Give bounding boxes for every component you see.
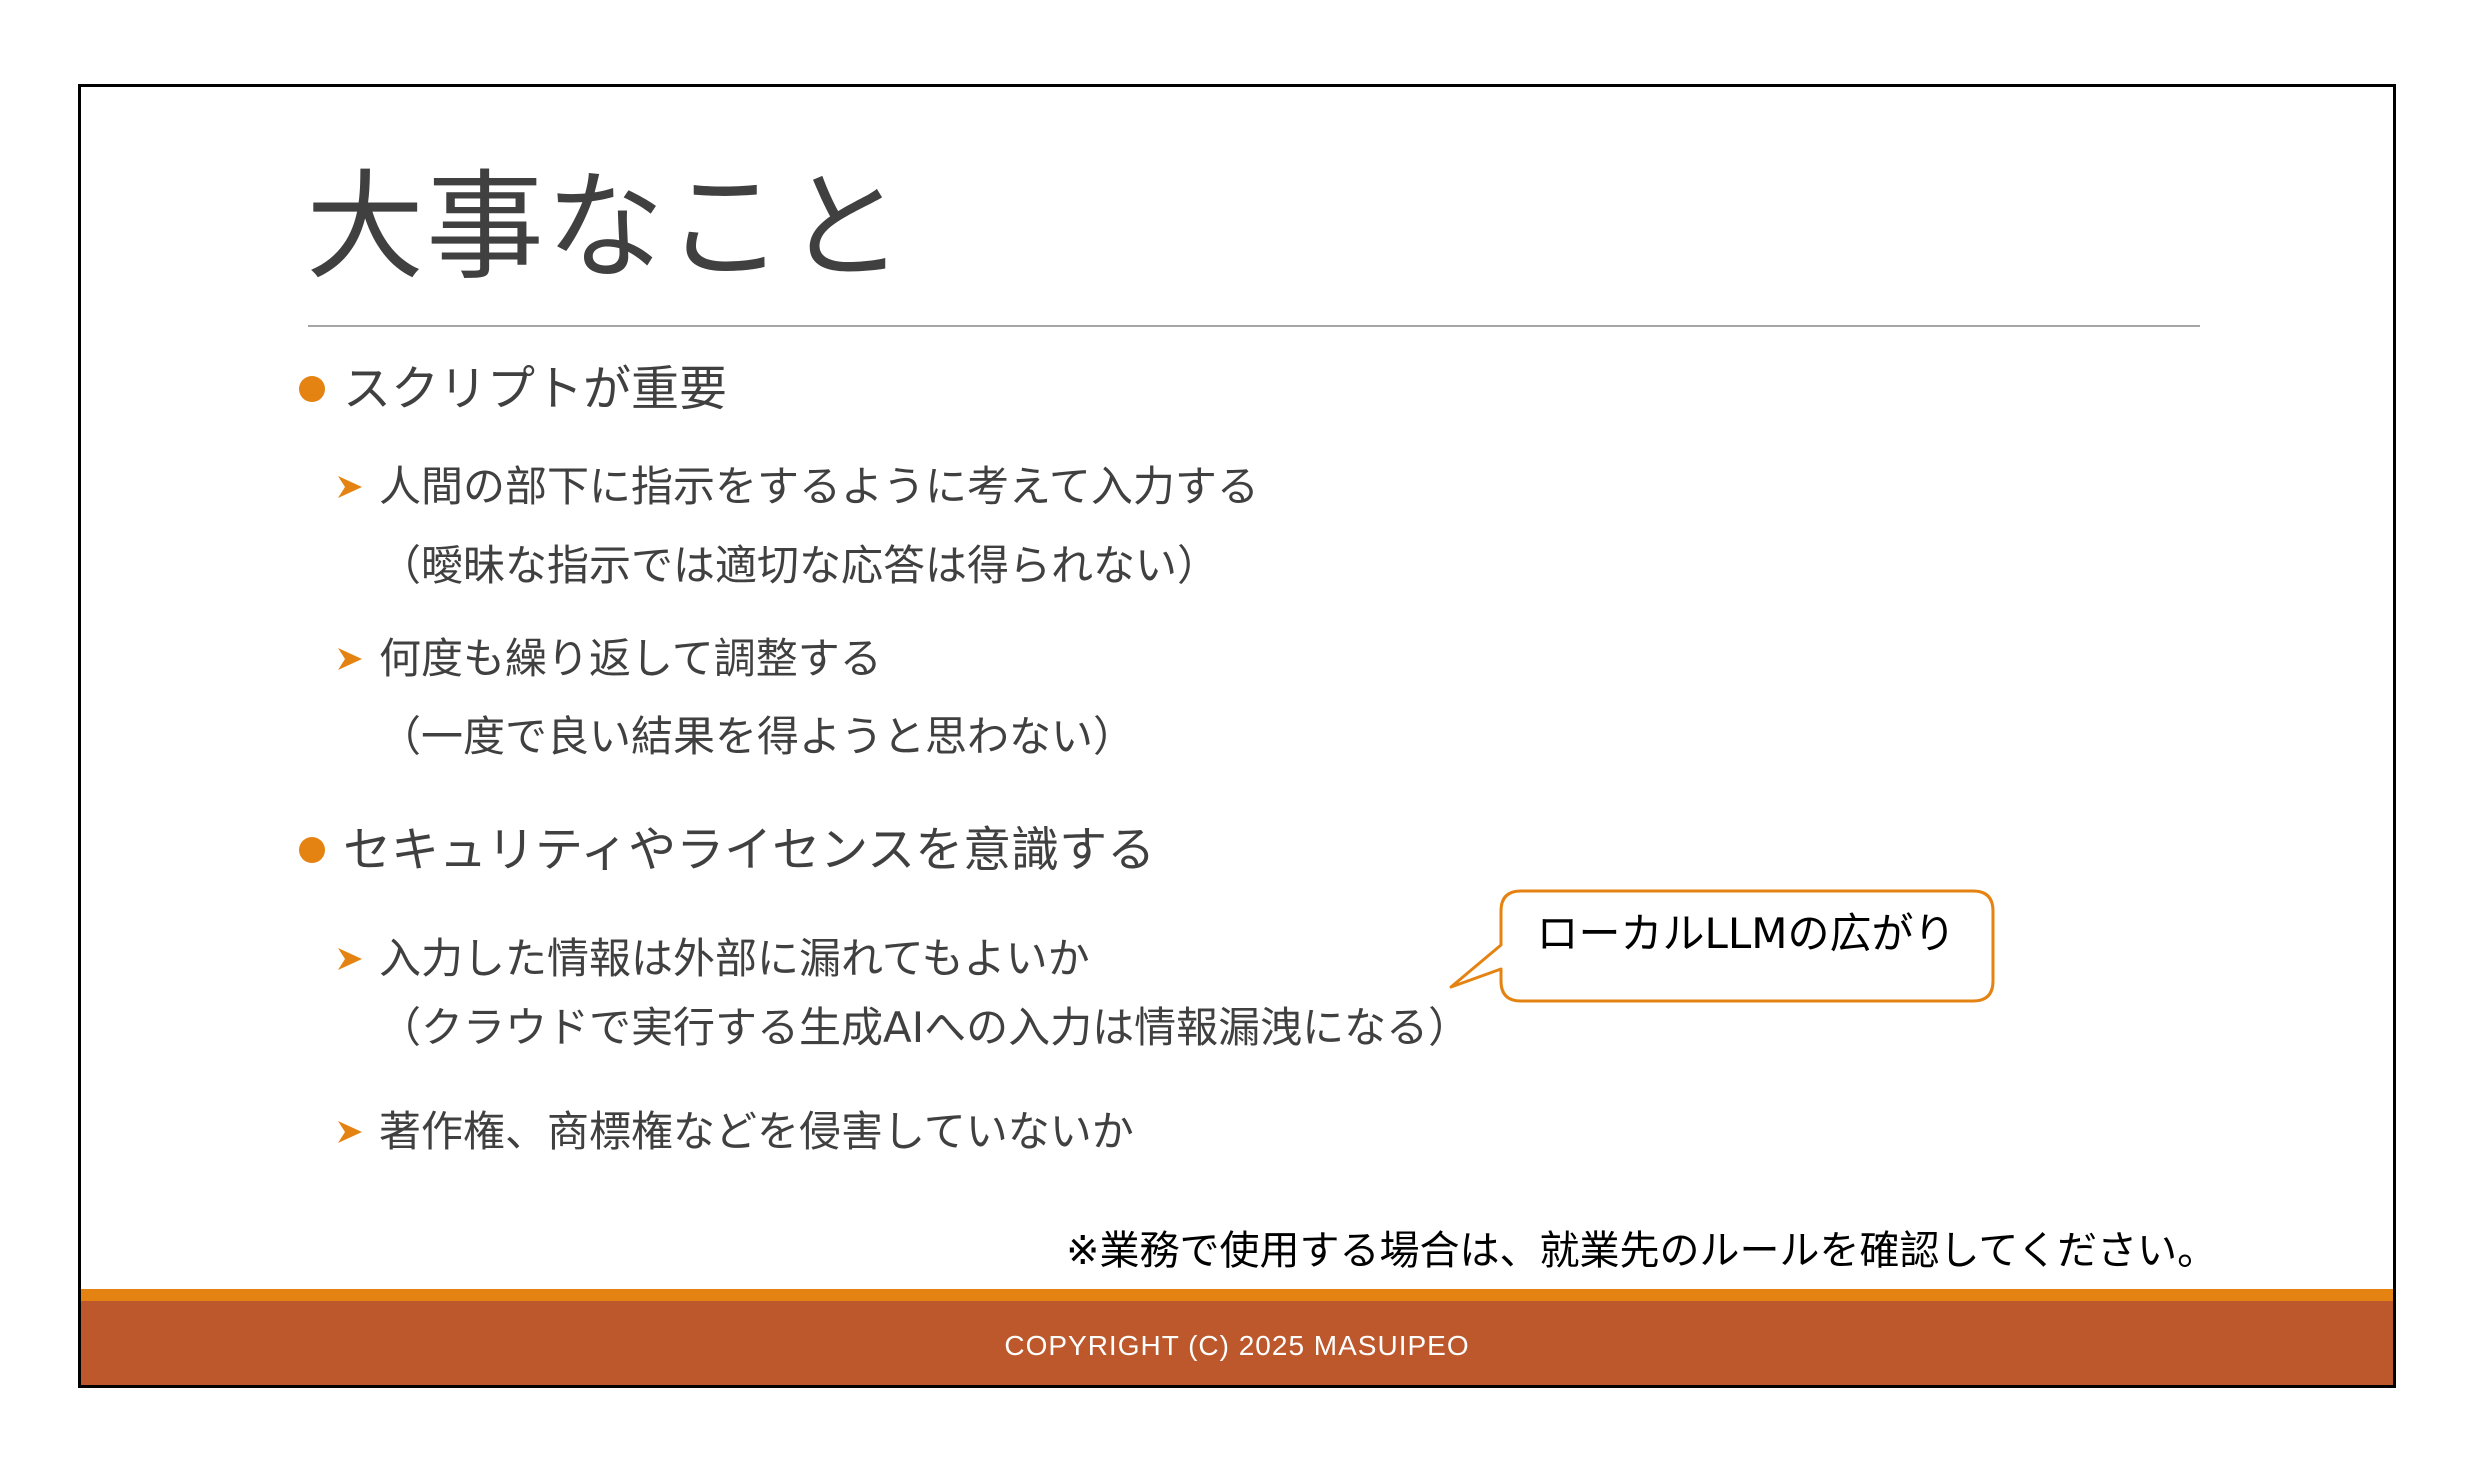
sub-bullet-leak: 入力した情報は外部に漏れてもよいか xyxy=(379,934,1090,983)
bullet-dot-icon xyxy=(299,376,325,402)
arrowhead-icon xyxy=(338,1121,362,1143)
bullet-dot-icon xyxy=(299,837,325,863)
sub-bullet-leak-note: （クラウドで実行する生成AIへの入力は情報漏洩になる） xyxy=(379,1003,1471,1052)
slide-title: 大事なこと xyxy=(306,158,907,296)
title-divider xyxy=(308,325,2200,327)
sub-bullet-copyright: 著作権、商標権などを侵害していないか xyxy=(379,1107,1134,1156)
sub-bullet-iterate-note: （一度で良い結果を得ようと思わない） xyxy=(379,712,1136,761)
sub-bullet-instruct-note: （曖昧な指示では適切な応答は得られない） xyxy=(379,541,1220,590)
sub-bullet-instruct: 人間の部下に指示をするように考えて入力する xyxy=(379,462,1259,511)
bullet-heading-script: スクリプトが重要 xyxy=(343,361,728,417)
slide: 大事なこと スクリプトが重要 人間の部下に指示をするように考えて入力する （曖昧… xyxy=(78,84,2396,1388)
bullet-heading-security: セキュリティやライセンスを意識する xyxy=(343,822,1156,878)
footer-accent-stripe xyxy=(81,1289,2393,1301)
arrowhead-icon xyxy=(338,948,362,970)
copyright-text: COPYRIGHT (C) 2025 MASUIPEO xyxy=(1004,1330,1470,1361)
usage-note: ※業務で使用する場合は、就業先のルールを確認してください。 xyxy=(1066,1228,2218,1274)
footer-bar: COPYRIGHT (C) 2025 MASUIPEO xyxy=(81,1301,2393,1385)
sub-bullet-iterate: 何度も繰り返して調整する xyxy=(379,634,882,683)
arrowhead-icon xyxy=(338,648,362,670)
callout-text: ローカルLLMの広がり xyxy=(1536,909,1956,958)
arrowhead-icon xyxy=(338,476,362,498)
